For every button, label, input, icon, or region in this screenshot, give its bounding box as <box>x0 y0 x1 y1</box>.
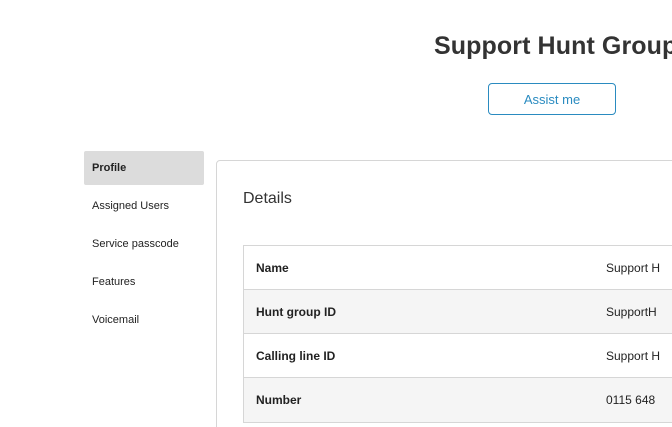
row-label-calling-line-id: Calling line ID <box>256 348 336 363</box>
row-value-calling-line-id: Support H <box>606 348 661 363</box>
table-row: Number 0115 648 <box>244 378 672 422</box>
details-title: Details <box>243 190 292 207</box>
row-label-number: Number <box>256 393 302 407</box>
sidebar-item-label: Service passcode <box>92 238 179 250</box>
row-value-hunt-group-id: SupportH <box>606 304 657 319</box>
table-row: Name Support H <box>244 246 672 290</box>
sidebar-item-voicemail[interactable]: Voicemail <box>84 303 204 337</box>
sidebar-item-label: Profile <box>92 162 127 174</box>
row-label-name: Name <box>256 260 289 275</box>
row-label-hunt-group-id: Hunt group ID <box>256 304 336 319</box>
assist-me-button[interactable]: Assist me <box>488 83 616 115</box>
sidebar-item-label: Voicemail <box>92 314 140 326</box>
page-title: Support Hunt Group <box>434 32 672 60</box>
sidebar-item-label: Assigned Users <box>92 200 170 212</box>
page: Support Hunt Group Assist me Profile Ass… <box>0 0 672 427</box>
details-table: Name Support H Hunt group ID SupportH Ca… <box>243 245 672 423</box>
sidebar-item-service-passcode[interactable]: Service passcode <box>84 227 204 261</box>
details-panel: Details Name Support H Hunt group ID Sup… <box>216 160 672 427</box>
sidebar-item-label: Features <box>92 276 136 288</box>
table-row: Calling line ID Support H <box>244 334 672 378</box>
row-value-number: 0115 648 <box>606 393 656 407</box>
sidebar-nav: Profile Assigned Users Service passcode … <box>84 151 204 341</box>
sidebar-item-features[interactable]: Features <box>84 265 204 299</box>
sidebar-item-assigned-users[interactable]: Assigned Users <box>84 189 204 223</box>
row-value-name: Support H <box>606 260 661 275</box>
sidebar-item-profile[interactable]: Profile <box>84 151 204 185</box>
table-row: Hunt group ID SupportH <box>244 290 672 334</box>
